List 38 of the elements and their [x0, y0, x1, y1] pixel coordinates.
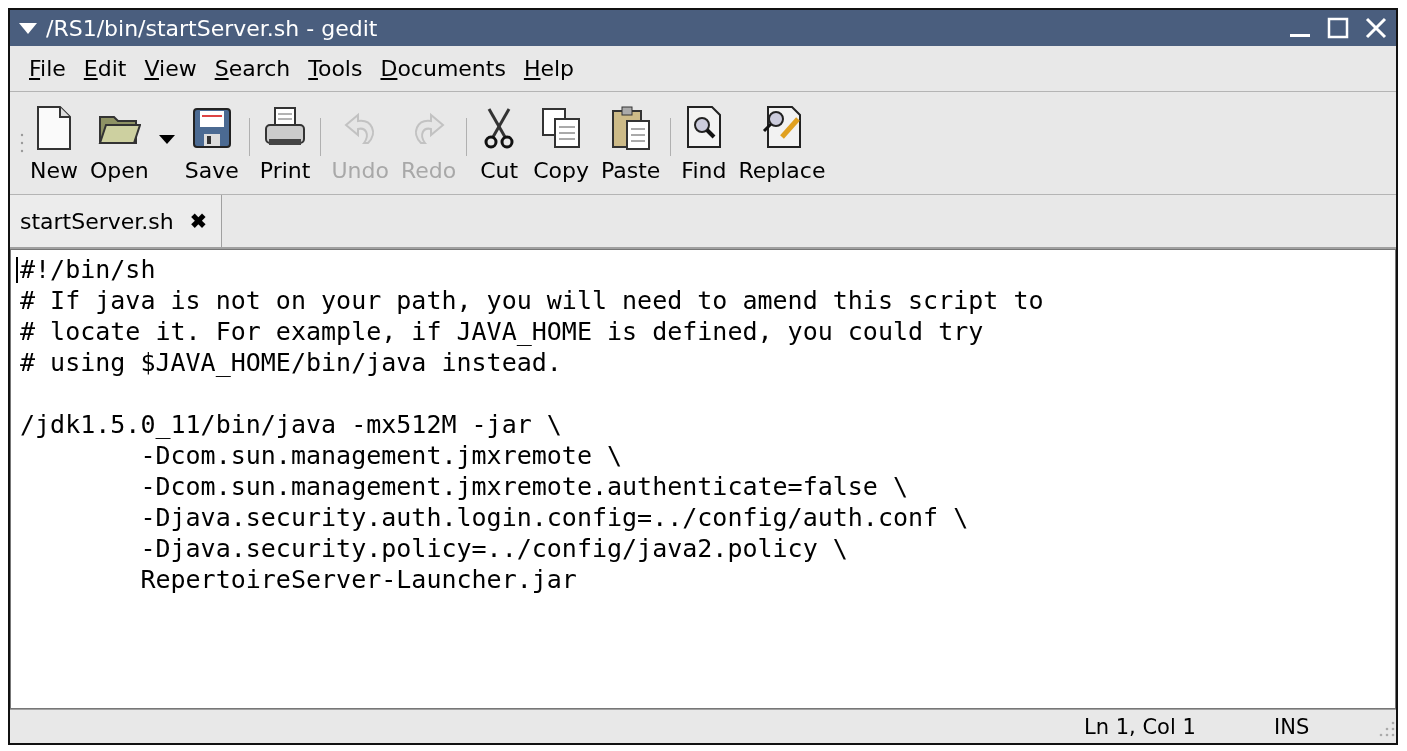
- document-tab[interactable]: startServer.sh ✖: [10, 195, 222, 247]
- code-line: #!/bin/sh: [20, 254, 156, 285]
- insert-mode: INS: [1274, 714, 1311, 739]
- toolbar-button[interactable]: Open: [84, 99, 155, 187]
- close-tab-button[interactable]: ✖: [189, 209, 207, 233]
- menu-item[interactable]: View: [135, 52, 206, 85]
- code-line: /jdk1.5.0_11/bin/java -mx512M -jar \: [20, 409, 562, 440]
- cursor-position: Ln 1, Col 1: [1084, 714, 1197, 739]
- text-cursor: [16, 257, 18, 283]
- menu-item[interactable]: Documents: [371, 52, 515, 85]
- menu-item[interactable]: Help: [514, 52, 584, 85]
- menu-item[interactable]: Edit: [74, 52, 136, 85]
- close-icon[interactable]: [1364, 16, 1388, 40]
- toolbar-button[interactable]: Paste: [594, 99, 667, 187]
- toolbar-button[interactable]: Save: [178, 99, 245, 187]
- menu-item[interactable]: Search: [205, 52, 300, 85]
- window-title: /RS1/bin/startServer.sh - gedit: [46, 15, 379, 41]
- code-line: # using $JAVA_HOME/bin/java instead.: [20, 347, 562, 378]
- toolbar-button[interactable]: Replace: [732, 99, 832, 187]
- toolbar-button[interactable]: Copy: [527, 99, 595, 187]
- code-line: # If java is not on your path, you will need to amend this script to: [20, 285, 1044, 316]
- code-line: -Djava.security.policy=../config/java2.policy \: [139, 533, 848, 564]
- code-line: -Dcom.sun.management.jmxremote \: [139, 440, 623, 471]
- toolbar-button[interactable]: Cut: [471, 99, 528, 187]
- toolbar-button[interactable]: New: [24, 99, 84, 187]
- window-menu-arrow-icon[interactable]: [18, 20, 38, 36]
- maximize-icon[interactable]: [1326, 16, 1350, 40]
- menu-item[interactable]: File: [20, 52, 75, 85]
- caret-icon: [158, 134, 175, 144]
- text-editor-area[interactable]: [10, 249, 1396, 709]
- toolbar-button[interactable]: Find: [675, 99, 733, 187]
- tab-label: startServer.sh: [20, 208, 174, 234]
- toolbar-button[interactable]: Print: [253, 99, 317, 187]
- code-line: -Djava.security.auth.login.config=../config/auth.conf \: [139, 502, 969, 533]
- menu-item[interactable]: Tools: [299, 52, 372, 85]
- code-line: RepertoireServer-Launcher.jar: [139, 564, 577, 595]
- code-line: -Dcom.sun.management.jmxremote.authenticate=false \: [139, 471, 909, 502]
- code-line: # locate it. For example, if JAVA_HOME is defined, you could try: [20, 316, 984, 347]
